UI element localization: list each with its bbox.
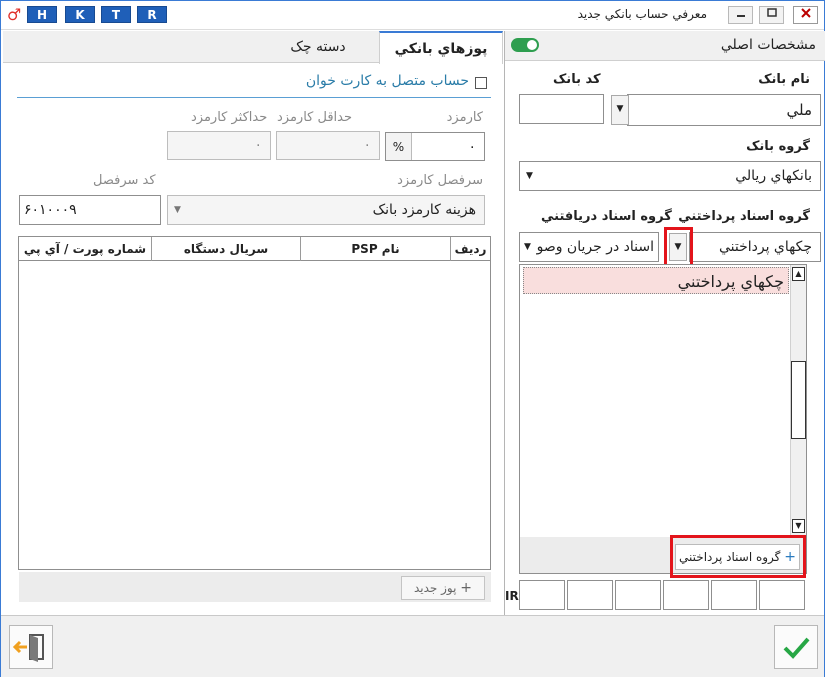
hotkey-t-button[interactable]: T [101, 6, 131, 23]
bank-group-value: بانکهاي ريالي [735, 168, 812, 184]
col-device-serial[interactable]: سريال دستگاه [151, 237, 300, 261]
close-button[interactable] [793, 6, 818, 24]
window: ♂ H K T R معرفي حساب بانکي جديد مشخصات ا… [0, 0, 825, 677]
restore-icon [766, 8, 777, 17]
pos-panel: پوزهاي بانکي دسته چک حساب متصل به کارت خ… [3, 31, 503, 615]
fee-label: کارمزد [446, 110, 483, 125]
list-item[interactable]: چکهاي پرداختني [523, 267, 789, 294]
recv-docs-group-label: گروه اسناد دريافتني [541, 209, 672, 224]
toggle-knob [527, 40, 537, 50]
plus-icon: + [460, 580, 473, 596]
exit-door-icon [12, 634, 44, 662]
tab-checkbook[interactable]: دسته چک [263, 31, 373, 63]
fee-field[interactable]: ۰ % [385, 132, 485, 161]
max-fee-label: حداکثر کارمزد [191, 110, 268, 125]
bank-code-label: کد بانک [553, 72, 601, 87]
recv-docs-group-value: اسناد در جريان وصو [536, 239, 654, 255]
exit-button[interactable] [9, 625, 53, 669]
col-port-ip[interactable]: شماره پورت / آي پي [19, 237, 151, 261]
pos-table: رديف نام PSP سريال دستگاه شماره پورت / آ… [18, 236, 491, 570]
ledger-code-field[interactable]: ۶۰۱۰۰۰۹ [19, 195, 161, 225]
card-reader-label: حساب متصل به کارت خوان [305, 73, 469, 89]
tab-strip: پوزهاي بانکي دسته چک [3, 31, 503, 64]
fee-ledger-value: هزينه کارمزد بانک [372, 202, 476, 218]
fee-value: ۰ [468, 139, 476, 155]
add-group-highlight [670, 535, 806, 578]
pay-docs-group-label: گروه اسناد پرداختني [678, 209, 810, 224]
hotkey-h-button[interactable]: H [27, 6, 57, 23]
table-header-row: رديف نام PSP سريال دستگاه شماره پورت / آ… [19, 237, 490, 261]
iban-segment-1[interactable] [519, 580, 565, 610]
app-logo-icon: ♂ [7, 5, 22, 24]
new-pos-label: پوز جديد [413, 581, 457, 595]
list-scrollbar[interactable]: ▲ ▼ [790, 265, 806, 535]
iban-segment-6[interactable] [759, 580, 805, 610]
col-psp-name[interactable]: نام PSP [300, 237, 450, 261]
col-row-number[interactable]: رديف [450, 237, 490, 261]
window-title: معرفي حساب بانکي جديد [577, 7, 707, 21]
fee-ledger-field[interactable]: هزينه کارمزد بانک ▼ [167, 195, 485, 225]
bank-code-field[interactable] [519, 94, 604, 124]
scroll-up-icon[interactable]: ▲ [792, 267, 805, 281]
main-info-title: مشخصات اصلي [720, 37, 816, 53]
max-fee-field[interactable]: ۰ [167, 131, 271, 160]
recv-docs-group-field[interactable]: اسناد در جريان وصو ▼ [519, 232, 659, 262]
fee-unit: % [386, 133, 412, 160]
pay-docs-group-field[interactable]: چکهاي پرداختني [689, 232, 821, 262]
tab-bank-pos[interactable]: پوزهاي بانکي [379, 31, 503, 64]
min-fee-field[interactable]: ۰ [276, 131, 380, 160]
iban-segment-5[interactable] [711, 580, 757, 610]
minimize-button[interactable] [728, 6, 753, 24]
bank-group-label: گروه بانک [746, 139, 810, 154]
confirm-button[interactable] [774, 625, 818, 669]
bank-name-field[interactable]: ملي [627, 94, 821, 126]
iban-segment-2[interactable] [567, 580, 613, 610]
min-fee-label: حداقل کارمزد [277, 110, 353, 125]
fee-ledger-dropdown-icon[interactable]: ▼ [174, 196, 181, 224]
bank-name-label: نام بانک [758, 72, 810, 87]
maximize-button[interactable] [759, 6, 784, 24]
hotkey-k-button[interactable]: K [65, 6, 95, 23]
iban-segment-4[interactable] [663, 580, 709, 610]
bank-name-dropdown[interactable]: ▼ [611, 95, 629, 125]
scroll-thumb[interactable] [791, 361, 806, 439]
ledger-code-label: کد سرفصل [93, 173, 156, 188]
bank-group-field[interactable]: بانکهاي ريالي ▼ [519, 161, 821, 191]
iban-segment-3[interactable] [615, 580, 661, 610]
iban-prefix: IR [505, 589, 519, 603]
title-bar: ♂ H K T R معرفي حساب بانکي جديد [1, 1, 824, 30]
section-divider [17, 97, 491, 98]
scroll-down-icon[interactable]: ▼ [792, 519, 805, 533]
pay-docs-list[interactable]: چکهاي پرداختني ▲ ▼ + گروه اسناد پرداختني [519, 264, 807, 574]
hotkey-r-button[interactable]: R [137, 6, 167, 23]
main-info-toggle[interactable] [511, 38, 539, 52]
bottom-bar [1, 615, 824, 677]
main-info-panel: مشخصات اصلي نام بانک کد بانک ملي ▼ گروه … [504, 31, 825, 615]
pay-dropdown-highlight [664, 227, 693, 267]
card-reader-checkbox[interactable] [475, 77, 487, 89]
fee-ledger-label: سرفصل کارمزد [397, 173, 483, 188]
recv-docs-dropdown-icon[interactable]: ▼ [524, 233, 531, 261]
minimize-icon [736, 15, 745, 17]
checkmark-icon [783, 637, 810, 659]
new-pos-button[interactable]: + پوز جديد [401, 576, 485, 600]
close-icon [800, 8, 811, 18]
bank-group-dropdown-icon[interactable]: ▼ [526, 162, 533, 190]
